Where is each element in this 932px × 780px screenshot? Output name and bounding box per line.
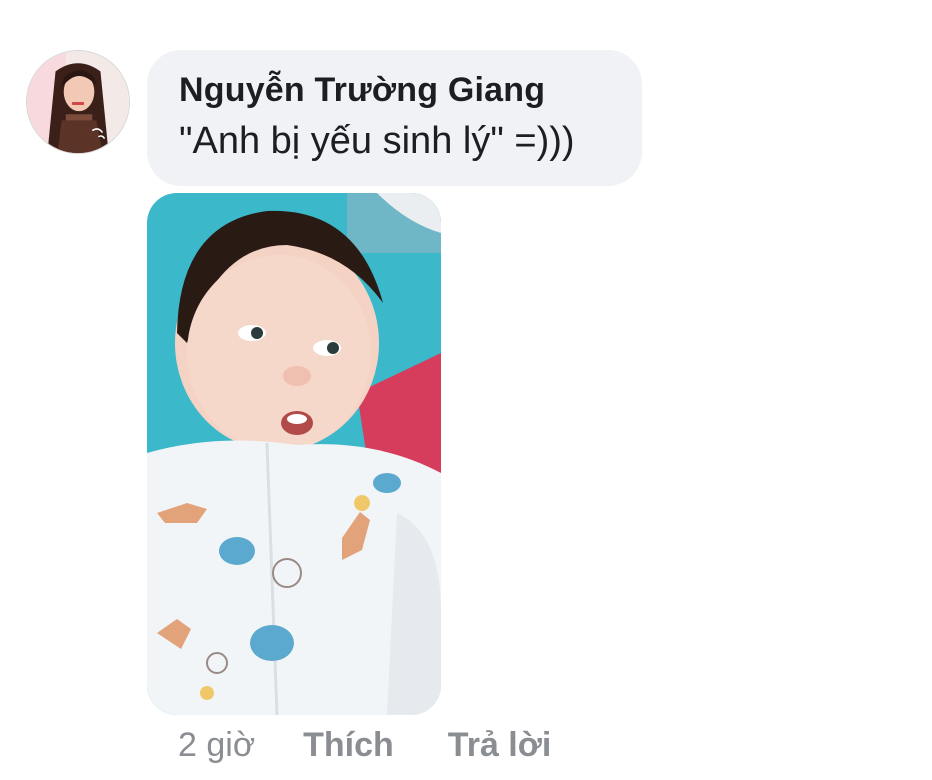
comment-actions: 2 giờ Thích Trả lời (178, 722, 551, 768)
comment-text: "Anh bị yếu sinh lý" =))) (179, 120, 575, 162)
like-button[interactable]: Thích (303, 726, 394, 765)
comment-bubble: Nguyễn Trường Giang "Anh bị yếu sinh lý"… (147, 50, 642, 186)
commenter-avatar[interactable] (27, 51, 129, 153)
reply-button[interactable]: Trả lời (448, 726, 552, 765)
baby-photo (147, 193, 441, 715)
avatar-photo (27, 51, 129, 153)
comment-author-name[interactable]: Nguyễn Trường Giang (179, 68, 622, 112)
comment-photo-attachment[interactable] (147, 193, 441, 715)
comment-timestamp[interactable]: 2 giờ (178, 726, 255, 765)
